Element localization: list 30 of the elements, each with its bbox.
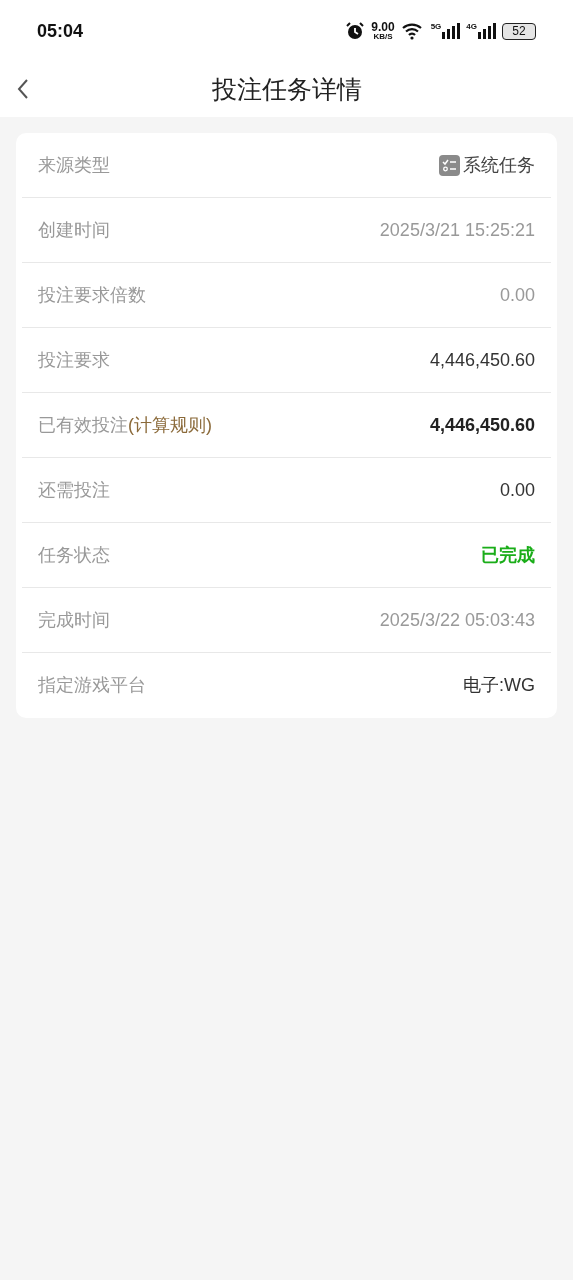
signal-icon	[478, 23, 496, 39]
row-label: 完成时间	[38, 608, 110, 632]
status-value: 已完成	[481, 543, 535, 567]
checklist-icon	[439, 154, 460, 176]
network-type-label: 4G	[466, 23, 477, 31]
net-speed: 9.00	[371, 21, 395, 33]
status-time: 05:04	[37, 19, 84, 43]
row-value: 0.00	[499, 283, 535, 307]
rules-link[interactable]: (计算规则)	[128, 411, 212, 439]
network-type-label: 5G	[430, 23, 442, 31]
row-value: 2025/3/22 05:03:43	[379, 608, 535, 632]
row-label: 任务状态	[38, 543, 110, 567]
net-speed-unit: KB/S	[373, 33, 393, 41]
row-label: 已有效投注	[38, 413, 128, 437]
row-label: 创建时间	[38, 218, 110, 242]
row-label: 指定游戏平台	[38, 674, 146, 697]
row-value: 0.00	[499, 478, 535, 502]
signal-icon	[442, 23, 461, 39]
alarm-icon	[345, 21, 366, 41]
row-label: 投注要求倍数	[38, 283, 146, 307]
battery-indicator: 52	[502, 22, 536, 40]
row-value: 电子:WG	[463, 674, 535, 697]
row-value: 2025/3/21 15:25:21	[379, 218, 535, 242]
row-label: 来源类型	[38, 153, 110, 177]
page-title: 投注任务详情	[211, 73, 362, 105]
row-value: 系统任务	[463, 153, 535, 177]
row-value: 4,446,450.60	[429, 348, 535, 372]
row-value: 4,446,450.60	[429, 413, 535, 437]
row-label: 投注要求	[38, 348, 110, 372]
row-label: 还需投注	[38, 478, 110, 502]
